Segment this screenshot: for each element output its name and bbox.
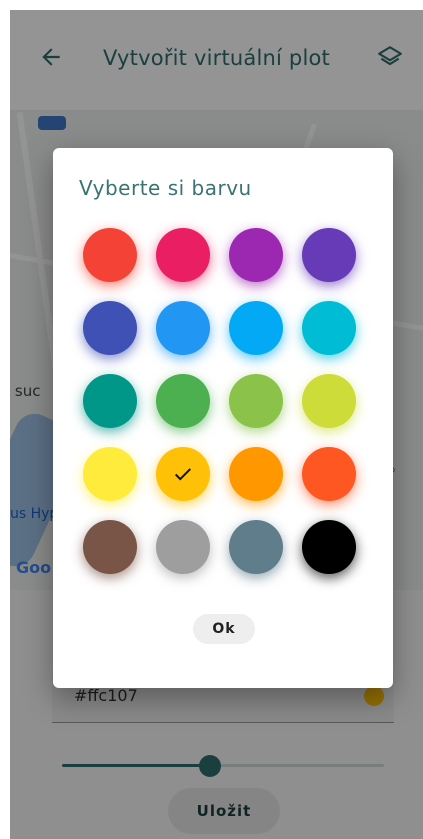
color-swatch-option[interactable]: [83, 520, 137, 574]
color-swatch-option[interactable]: [229, 447, 283, 501]
color-swatch-option[interactable]: [156, 374, 210, 428]
color-swatch-option[interactable]: [302, 374, 356, 428]
color-swatch-option[interactable]: [156, 447, 210, 501]
color-swatch-option[interactable]: [83, 228, 137, 282]
color-swatch-option[interactable]: [156, 228, 210, 282]
color-swatch-option[interactable]: [83, 374, 137, 428]
color-swatch-option[interactable]: [156, 520, 210, 574]
ok-button[interactable]: Ok: [193, 614, 255, 644]
color-swatch-option[interactable]: [83, 447, 137, 501]
color-swatch-option[interactable]: [229, 374, 283, 428]
color-picker-dialog: Vyberte si barvu Ok: [53, 148, 393, 688]
color-swatch-option[interactable]: [229, 228, 283, 282]
color-swatch-option[interactable]: [83, 301, 137, 355]
color-swatch-option[interactable]: [302, 447, 356, 501]
screen: Vytvořit virtuální plot i suc us Hyp Na …: [10, 10, 423, 839]
color-swatch-option[interactable]: [229, 520, 283, 574]
color-swatch-option[interactable]: [302, 228, 356, 282]
check-icon: [156, 447, 210, 501]
color-swatch-option[interactable]: [302, 301, 356, 355]
dialog-title: Vyberte si barvu: [79, 176, 252, 200]
color-swatch-option[interactable]: [156, 301, 210, 355]
color-swatch-option[interactable]: [229, 301, 283, 355]
color-swatch-option[interactable]: [302, 520, 356, 574]
